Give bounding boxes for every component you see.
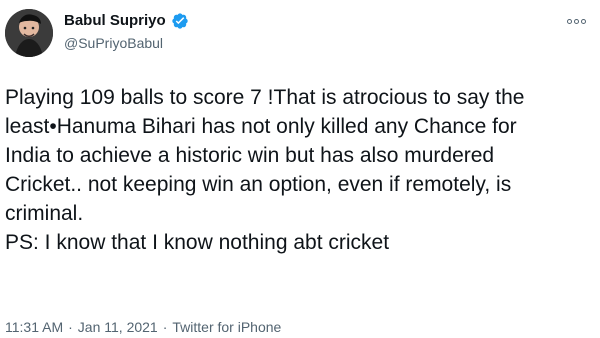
- tweet-card: Babul Supriyo @SuPriyoBabul Playing 109 …: [0, 0, 600, 338]
- author-handle[interactable]: @SuPriyoBabul: [64, 34, 163, 52]
- tweet-source-link[interactable]: Twitter for iPhone: [172, 319, 281, 335]
- profile-photo-icon: [5, 9, 53, 57]
- author-avatar[interactable]: [5, 9, 53, 57]
- display-name[interactable]: Babul Supriyo: [64, 10, 166, 32]
- more-options-button[interactable]: [562, 13, 590, 29]
- tweet-text-line: PS: I know that I know nothing abt crick…: [5, 231, 390, 254]
- tweet-text-line: India to achieve a historic win but has …: [5, 144, 495, 167]
- tweet-text-line: Playing 109 balls to score 7 !That is at…: [5, 86, 525, 109]
- tweet-text-line: criminal.: [5, 202, 84, 225]
- author-info: Babul Supriyo @SuPriyoBabul: [64, 10, 484, 58]
- more-dot: [566, 18, 572, 24]
- more-dot: [573, 18, 579, 24]
- tweet-date-link[interactable]: Jan 11, 2021: [78, 319, 158, 335]
- tweet-text-line: least•Hanuma Bihari has not only killed …: [5, 115, 517, 138]
- tweet-text-line: Cricket.. not keeping win an option, eve…: [5, 173, 512, 196]
- metadata-separator: ·: [162, 319, 168, 335]
- tweet-time-link[interactable]: 11:31 AM: [5, 319, 63, 335]
- verified-badge-icon: [171, 12, 189, 30]
- more-dot: [580, 18, 586, 24]
- tweet-metadata: 11:31 AM · Jan 11, 2021 · Twitter for iP…: [5, 317, 281, 337]
- more-options-icon: [566, 18, 586, 24]
- tweet-text: Playing 109 balls to score 7 !That is at…: [5, 83, 595, 303]
- metadata-separator: ·: [68, 319, 73, 335]
- display-name-row: Babul Supriyo: [64, 10, 189, 32]
